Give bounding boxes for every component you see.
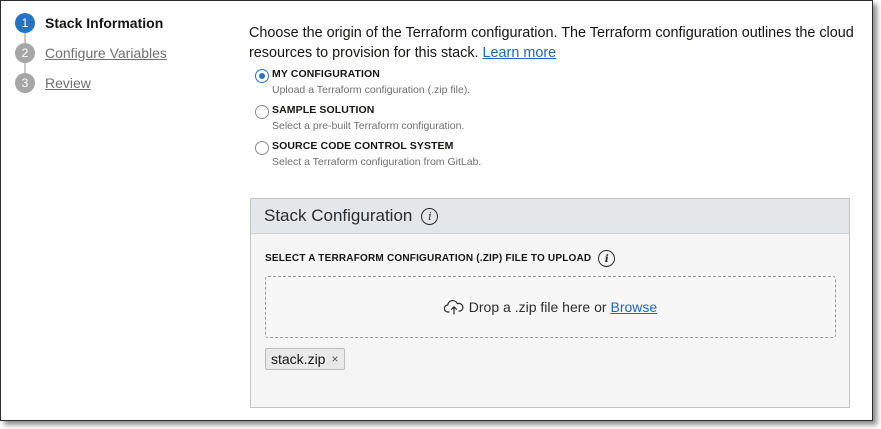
- step-stack-information[interactable]: 1 Stack Information: [15, 8, 235, 38]
- learn-more-link[interactable]: Learn more: [483, 45, 557, 61]
- step-review[interactable]: 3 Review: [15, 63, 235, 98]
- step-label-stack-information: Stack Information: [45, 15, 164, 31]
- info-icon[interactable]: i: [598, 250, 616, 267]
- radio-title: SAMPLE SOLUTION: [272, 104, 375, 116]
- radio-title: MY CONFIGURATION: [272, 68, 380, 80]
- radio-description: Select a Terraform configuration from Gi…: [272, 156, 482, 168]
- step-number-3: 3: [15, 73, 35, 93]
- panel-header: Stack Configuration i: [251, 199, 849, 234]
- radio-description: Upload a Terraform configuration (.zip f…: [272, 84, 471, 96]
- step-number-2: 2: [15, 43, 35, 63]
- origin-radio-group: MY CONFIGURATION Upload a Terraform conf…: [255, 68, 755, 176]
- cloud-upload-icon: [443, 299, 464, 315]
- step-number-1: 1: [15, 13, 35, 33]
- window-frame: 1 Stack Information 2 Configure Variable…: [0, 0, 873, 421]
- upload-field-label: SELECT A TERRAFORM CONFIGURATION (.ZIP) …: [265, 250, 616, 267]
- step-label-configure-variables[interactable]: Configure Variables: [45, 45, 167, 61]
- browse-link[interactable]: Browse: [611, 299, 658, 315]
- radio-button[interactable]: [255, 105, 269, 119]
- file-name: stack.zip: [271, 351, 326, 367]
- radio-sample-solution[interactable]: SAMPLE SOLUTION Select a pre-built Terra…: [255, 104, 755, 140]
- origin-description: Choose the origin of the Terraform confi…: [249, 23, 859, 63]
- file-dropzone[interactable]: Drop a .zip file here or Browse: [265, 276, 836, 338]
- radio-title: SOURCE CODE CONTROL SYSTEM: [272, 140, 454, 152]
- step-connector: [24, 33, 26, 43]
- radio-button-checked[interactable]: [255, 69, 269, 83]
- radio-source-code-control[interactable]: SOURCE CODE CONTROL SYSTEM Select a Terr…: [255, 140, 755, 176]
- radio-my-configuration[interactable]: MY CONFIGURATION Upload a Terraform conf…: [255, 68, 755, 104]
- upload-label-text: SELECT A TERRAFORM CONFIGURATION (.ZIP) …: [265, 253, 592, 264]
- step-label-review[interactable]: Review: [45, 75, 91, 91]
- dropzone-text: Drop a .zip file here or: [468, 299, 607, 315]
- step-configure-variables[interactable]: 2 Configure Variables: [15, 33, 235, 68]
- radio-button[interactable]: [255, 141, 269, 155]
- uploaded-file-chip: stack.zip ×: [265, 348, 346, 370]
- wizard-steps: 1 Stack Information 2 Configure Variable…: [15, 8, 235, 98]
- info-icon[interactable]: i: [421, 207, 439, 225]
- radio-description: Select a pre-built Terraform configurati…: [272, 120, 465, 132]
- panel-title: Stack Configuration: [264, 206, 413, 225]
- stack-configuration-panel: Stack Configuration i SELECT A TERRAFORM…: [250, 198, 850, 408]
- step-connector: [24, 63, 26, 73]
- remove-file-icon[interactable]: ×: [331, 352, 338, 366]
